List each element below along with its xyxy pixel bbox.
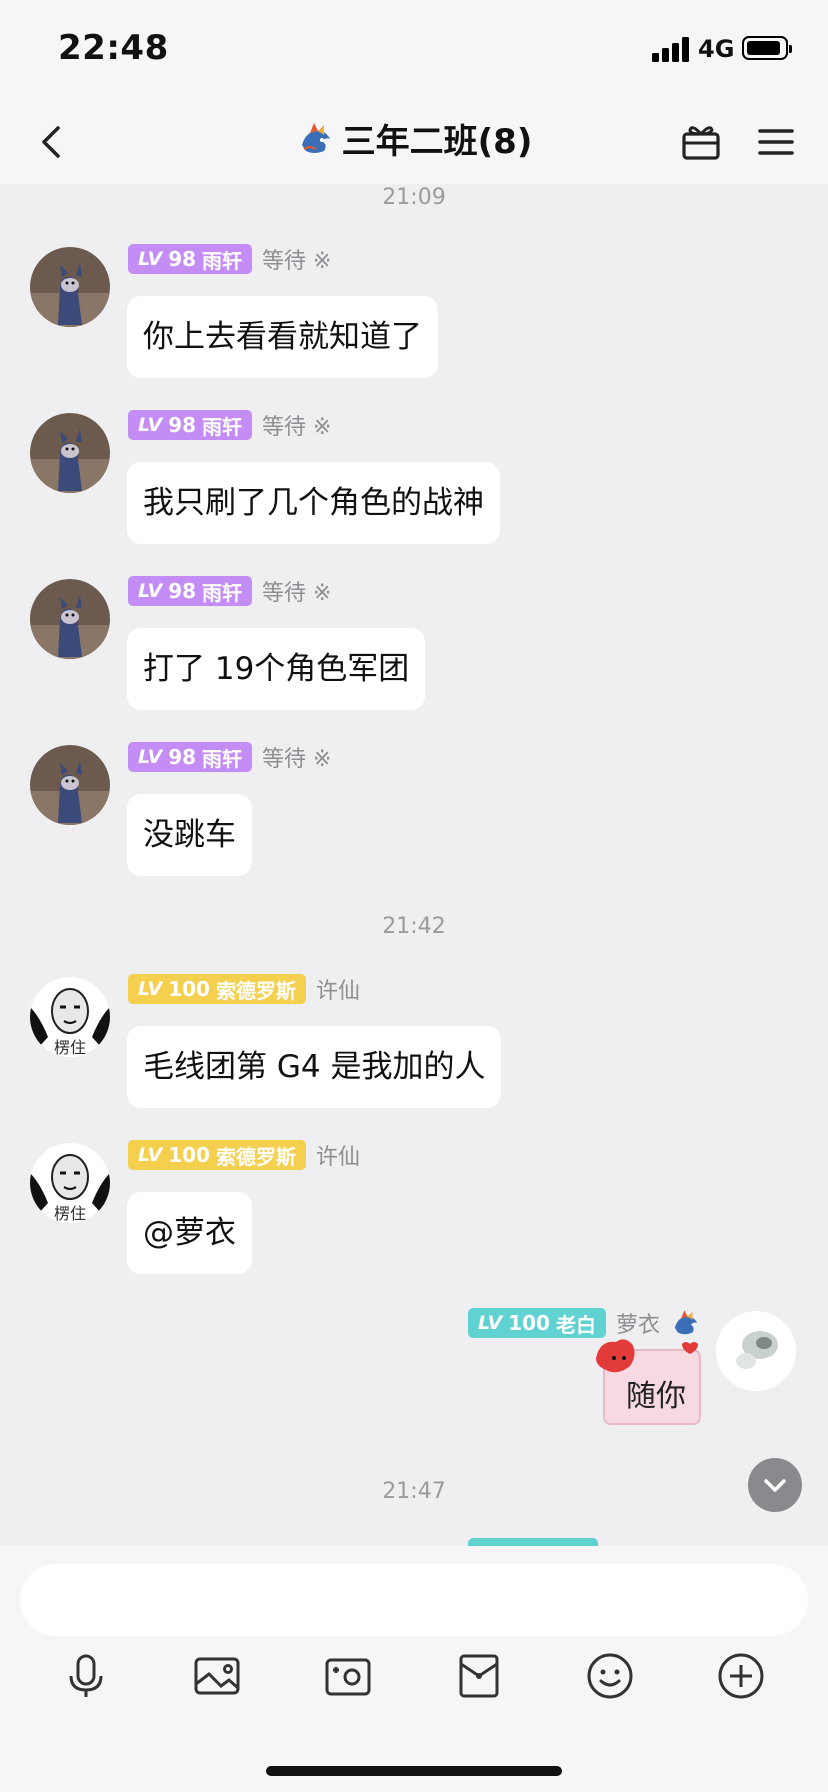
- avatar-xuxian[interactable]: 楞住: [30, 977, 110, 1057]
- status-time: 22:48: [58, 28, 169, 68]
- avatar-yuxuan[interactable]: [30, 745, 110, 825]
- message-list[interactable]: 21:09 LV 98 雨轩 等待 ※ 你上去看看就知道了 LV 98 雨轩 等待 ※ …: [0, 184, 828, 1546]
- level-badge: LV 100 索德罗斯: [128, 974, 306, 1004]
- chat-title: 三年二班(8): [341, 122, 533, 162]
- timestamp: 21:47: [382, 1479, 446, 1504]
- camera-icon[interactable]: [322, 1650, 374, 1702]
- level-badge-partial: [468, 1538, 598, 1546]
- message-bubble[interactable]: 我只刷了几个角色的战神: [127, 462, 500, 544]
- level-badge: LV 100 索德罗斯: [128, 1140, 306, 1170]
- message-bubble[interactable]: @萝衣: [127, 1192, 252, 1274]
- svg-text:楞住: 楞住: [54, 1038, 86, 1057]
- sender-name: 等待 ※: [262, 415, 332, 440]
- level-badge: LV 98 雨轩: [128, 742, 253, 772]
- signal-icon: [652, 36, 692, 62]
- level-badge: LV 98 雨轩: [128, 244, 253, 274]
- message-bubble[interactable]: 毛线团第 G4 是我加的人: [127, 1026, 502, 1108]
- message-bubble[interactable]: 没跳车: [127, 794, 252, 876]
- message-bubble[interactable]: 你上去看看就知道了: [127, 296, 438, 378]
- message-input[interactable]: [20, 1564, 808, 1636]
- home-indicator: [266, 1766, 562, 1776]
- message-bubble[interactable]: 打了 19个角色军团: [127, 628, 426, 710]
- avatar-self[interactable]: [716, 1311, 796, 1391]
- scroll-to-bottom-button[interactable]: [748, 1458, 802, 1512]
- avatar-yuxuan[interactable]: [30, 413, 110, 493]
- plus-icon[interactable]: [715, 1650, 767, 1702]
- level-badge: LV 100 老白: [468, 1308, 606, 1338]
- group-emblem-icon: [301, 122, 330, 153]
- network-type: 4G: [698, 35, 735, 63]
- red-packet-icon[interactable]: [453, 1650, 505, 1702]
- level-badge: LV 98 雨轩: [128, 410, 253, 440]
- level-badge: LV 98 雨轩: [128, 576, 253, 606]
- battery-icon: [742, 36, 792, 60]
- gift-box-icon[interactable]: [678, 118, 724, 164]
- group-emblem-icon: [674, 1310, 698, 1335]
- timestamp: 21:42: [382, 914, 446, 939]
- input-bar: [0, 1546, 828, 1792]
- sender-name: 等待 ※: [262, 747, 332, 772]
- microphone-icon[interactable]: [60, 1650, 112, 1702]
- sender-name: 等待 ※: [262, 249, 332, 274]
- chat-header: 三年二班(8): [0, 100, 828, 184]
- chevron-down-icon: [764, 1479, 786, 1492]
- timestamp: 21:09: [382, 185, 446, 210]
- status-bar: 22:48 4G: [0, 0, 828, 100]
- avatar-yuxuan[interactable]: [30, 579, 110, 659]
- sender-name: 许仙: [315, 1145, 360, 1170]
- svg-text:随你: 随你: [626, 1379, 686, 1414]
- avatar-xuxian[interactable]: 楞住: [30, 1143, 110, 1223]
- image-icon[interactable]: [191, 1650, 243, 1702]
- sticker-image[interactable]: 随你: [594, 1336, 704, 1432]
- menu-icon[interactable]: [754, 120, 798, 164]
- sender-name: 许仙: [315, 979, 360, 1004]
- sender-name: 等待 ※: [262, 581, 332, 606]
- emoji-icon[interactable]: [584, 1650, 636, 1702]
- svg-text:楞住: 楞住: [54, 1204, 86, 1223]
- avatar-yuxuan[interactable]: [30, 247, 110, 327]
- sender-name: 萝衣: [615, 1313, 660, 1338]
